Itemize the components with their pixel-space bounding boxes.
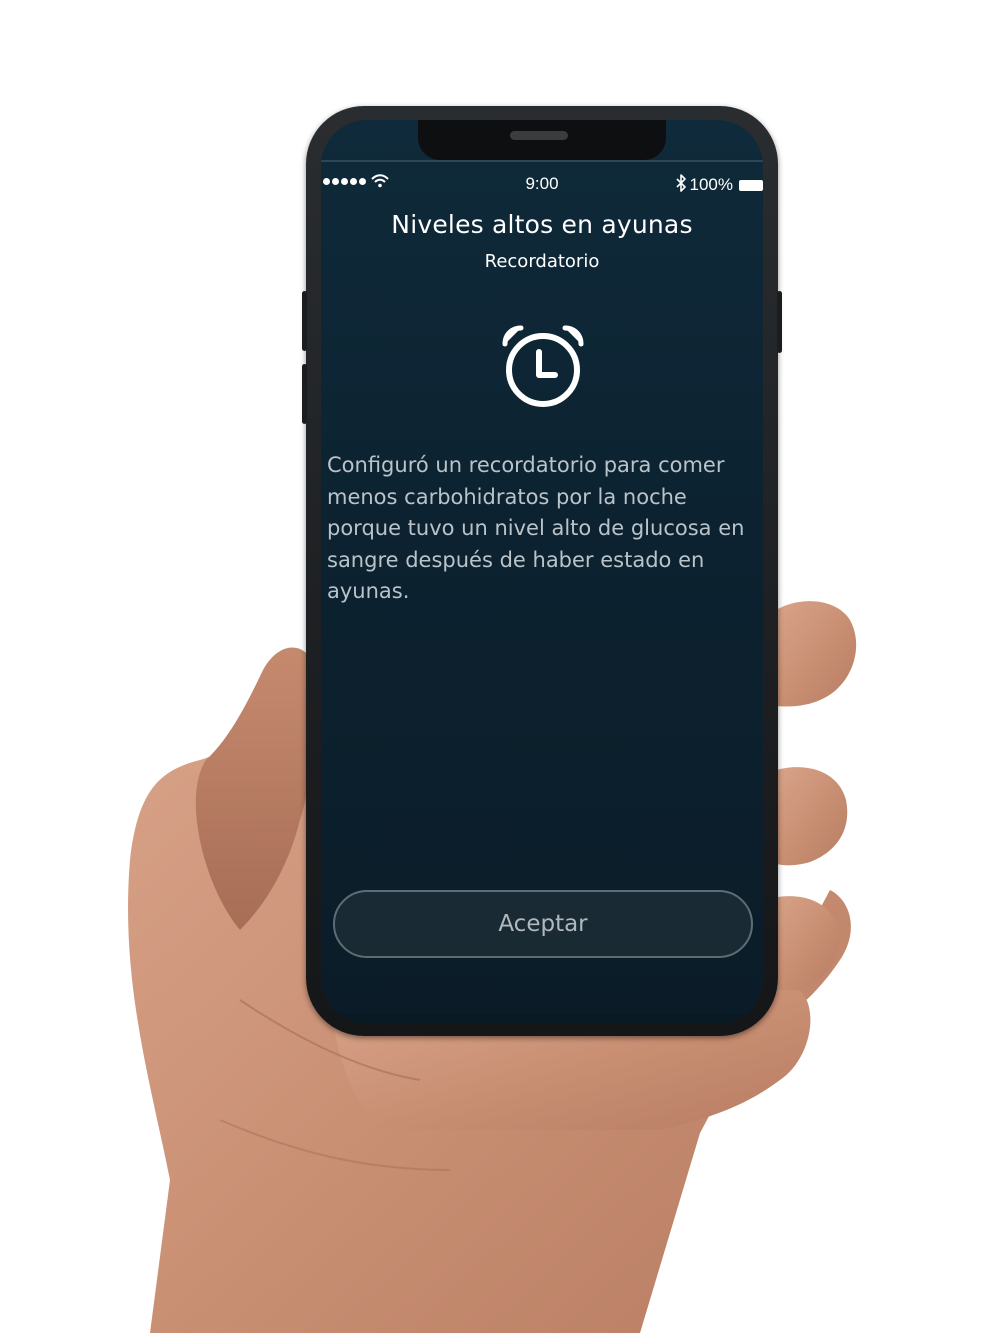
- phone-screen: 9:00 100% Niveles altos en ayunas Record…: [321, 120, 763, 1024]
- accept-button[interactable]: Aceptar: [333, 890, 753, 958]
- bluetooth-icon: [676, 174, 686, 192]
- photo-stage: 9:00 100% Niveles altos en ayunas Record…: [0, 0, 1000, 1333]
- screen-bottom: [321, 1014, 763, 1024]
- page-subtitle: Recordatorio: [484, 251, 600, 272]
- volume-button: [302, 291, 307, 351]
- screen-divider: [321, 160, 763, 162]
- battery-percentage: 100%: [689, 175, 733, 194]
- notch: [418, 120, 666, 160]
- page-title: Niveles altos en ayunas: [391, 210, 693, 239]
- speaker-grille: [510, 131, 568, 140]
- reminder-message: Configuró un recordatorio para comer men…: [327, 453, 745, 603]
- alarm-clock-icon: [502, 325, 584, 407]
- accept-button-label: Aceptar: [498, 911, 588, 937]
- status-bar: 9:00 100%: [321, 172, 763, 198]
- power-button: [777, 291, 782, 353]
- battery-icon: [739, 180, 763, 191]
- volume-button: [302, 364, 307, 424]
- phone-device: 9:00 100% Niveles altos en ayunas Record…: [302, 106, 782, 1036]
